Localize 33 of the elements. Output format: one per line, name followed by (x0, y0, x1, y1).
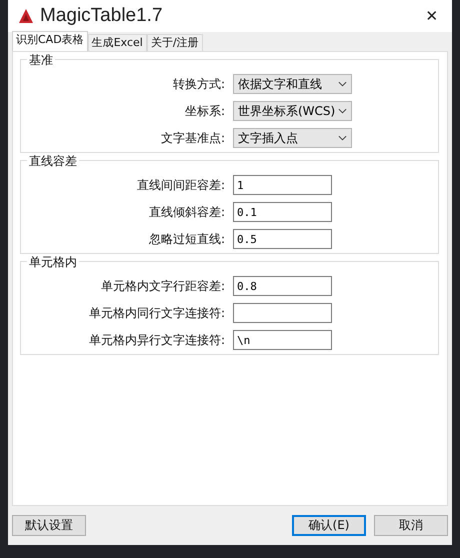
input-field[interactable]: 1 (233, 175, 332, 195)
button[interactable]: 取消 (374, 515, 448, 536)
dropdown[interactable]: 世界坐标系(WCS) (233, 101, 352, 121)
tab[interactable]: 识别CAD表格 (12, 31, 88, 51)
field-label: 直线间间距容差: (136, 176, 226, 194)
button[interactable]: 默认设置 (12, 515, 86, 536)
field-label: 转换方式: (172, 76, 226, 92)
dropdown[interactable]: 依据文字和直线 (233, 74, 352, 94)
chevron-down-icon (338, 135, 347, 141)
input-field[interactable] (233, 303, 332, 323)
input-field[interactable]: 0.8 (233, 276, 332, 296)
input-field[interactable]: 0.5 (233, 229, 332, 249)
group-title: 单元格内 (27, 255, 79, 269)
field-label: 单元格内同行文字连接符: (88, 304, 226, 322)
app-logo-icon (18, 8, 34, 24)
field-label: 单元格内文字行距容差: (100, 278, 226, 294)
chevron-down-icon (338, 81, 347, 87)
field-label: 忽略过短直线: (148, 230, 226, 248)
field-label: 文字基准点: (160, 130, 226, 146)
close-button[interactable]: ✕ (412, 1, 452, 31)
chevron-down-icon (338, 108, 347, 114)
dropdown[interactable]: 文字插入点 (233, 128, 352, 148)
input-field[interactable]: \n (233, 330, 332, 350)
field-label: 直线倾斜容差: (148, 204, 226, 220)
group-title: 直线容差 (27, 154, 79, 168)
group-title: 基准 (27, 53, 55, 67)
button[interactable]: 确认(E) (292, 515, 366, 536)
tab[interactable]: 关于/注册 (146, 34, 203, 51)
tab[interactable]: 生成Excel (88, 34, 147, 51)
field-label: 坐标系: (184, 102, 226, 120)
field-label: 单元格内异行文字连接符: (88, 332, 226, 348)
window-title: MagicTable1.7 (40, 5, 164, 27)
input-field[interactable]: 0.1 (233, 202, 332, 222)
